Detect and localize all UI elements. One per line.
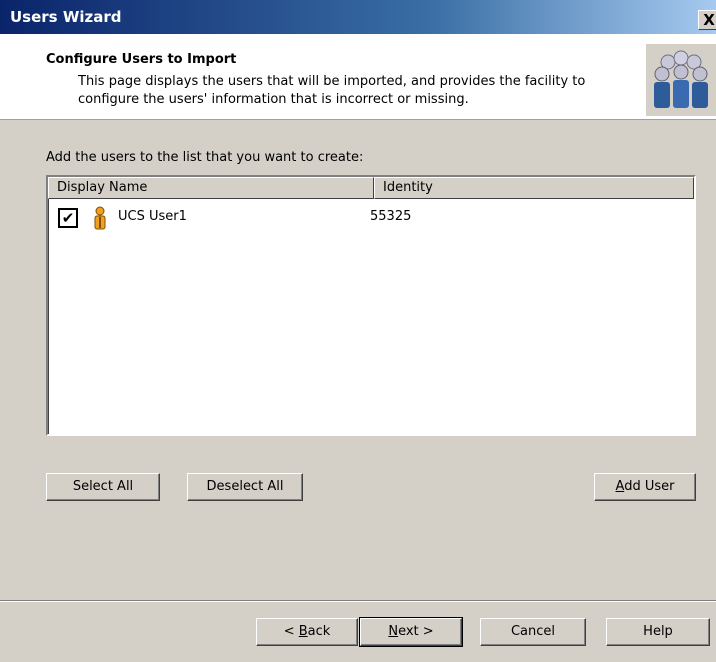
select-all-button[interactable]: Select All (46, 473, 160, 501)
users-wizard-dialog: Users Wizard X Configure Users to Import… (0, 0, 716, 662)
column-display-name[interactable]: Display Name (48, 177, 374, 199)
list-header: Display Name Identity (48, 177, 694, 199)
back-label: ack (307, 624, 331, 639)
back-mnemonic: B (298, 624, 308, 639)
deselect-all-button[interactable]: Deselect All (187, 473, 303, 501)
close-icon: X (703, 11, 715, 29)
back-prefix: < (283, 624, 299, 639)
add-user-label: dd User (624, 479, 675, 494)
column-identity[interactable]: Identity (374, 177, 694, 199)
title-bar[interactable]: Users Wizard X (0, 0, 716, 34)
wizard-header: Configure Users to Import This page disp… (0, 34, 716, 120)
back-button[interactable]: < Back (256, 618, 358, 646)
footer-separator (0, 600, 716, 602)
next-button[interactable]: Next > (359, 617, 463, 647)
users-group-icon (646, 44, 716, 116)
user-identity: 55325 (370, 209, 412, 224)
user-checkbox[interactable]: ✔ (58, 208, 78, 228)
page-title: Configure Users to Import (46, 52, 237, 67)
add-user-mnemonic: A (615, 479, 625, 494)
list-item[interactable]: ✔ UCS User1 55325 (48, 205, 694, 231)
next-mnemonic: N (388, 624, 399, 639)
next-label: ext > (398, 624, 434, 639)
page-description: This page displays the users that will b… (78, 74, 586, 107)
user-display-name: UCS User1 (118, 209, 187, 224)
help-button[interactable]: Help (606, 618, 710, 646)
cancel-button[interactable]: Cancel (480, 618, 586, 646)
close-button[interactable]: X (698, 10, 716, 30)
users-list[interactable]: Display Name Identity ✔ UCS User1 55325 (46, 175, 696, 436)
add-user-button[interactable]: Add User (594, 473, 696, 501)
list-instruction: Add the users to the list that you want … (46, 150, 364, 165)
user-icon (92, 206, 108, 230)
window-title: Users Wizard (10, 8, 122, 26)
